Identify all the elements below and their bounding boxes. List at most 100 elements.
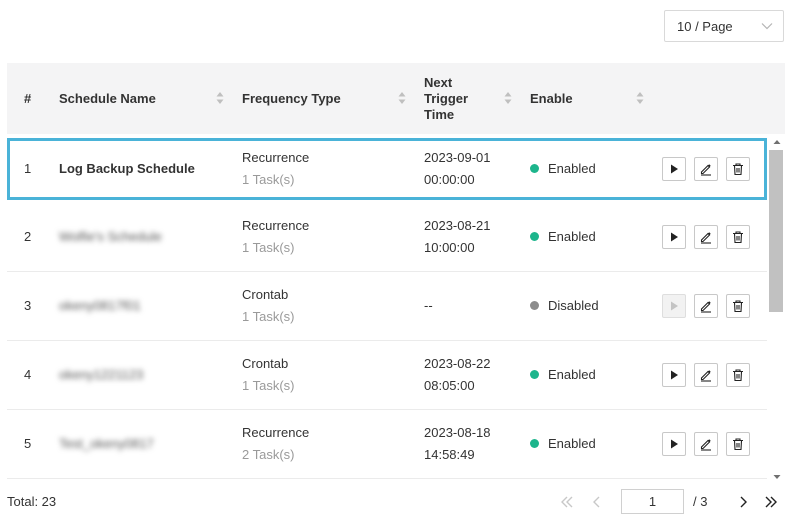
task-count: 1 Task(s) [242, 309, 295, 324]
run-button[interactable] [662, 157, 686, 181]
table-row[interactable]: 2 Wolfie's Schedule Recurrence 1 Task(s)… [7, 203, 767, 272]
sort-icon[interactable] [398, 91, 406, 105]
row-number: 5 [24, 436, 32, 451]
play-icon [671, 370, 678, 380]
row-number: 4 [24, 367, 32, 382]
status-text: Enabled [548, 229, 596, 244]
edit-button[interactable] [694, 157, 718, 181]
prev-page-icon[interactable] [589, 494, 605, 510]
row-number: 2 [24, 229, 32, 244]
trigger-date: 2023-08-21 [424, 218, 491, 233]
status-dot [530, 164, 539, 173]
trigger-time: 14:58:49 [424, 447, 475, 462]
schedule-name[interactable]: okeny1221123 [59, 364, 143, 386]
edit-icon [700, 232, 711, 244]
page-size-value: 10 / Page [677, 18, 733, 34]
scroll-up-icon[interactable] [772, 137, 782, 147]
task-count: 1 Task(s) [242, 172, 295, 187]
play-icon [671, 232, 678, 242]
delete-icon [733, 438, 743, 451]
delete-icon [733, 369, 743, 382]
edit-button[interactable] [694, 225, 718, 249]
scroll-down-icon[interactable] [772, 472, 782, 482]
first-page-icon[interactable] [559, 494, 575, 510]
page-number-input[interactable] [621, 489, 684, 514]
edit-button[interactable] [694, 363, 718, 387]
row-actions [662, 225, 750, 249]
schedule-table: # Schedule Name Frequency Type Next Trig… [7, 63, 785, 483]
sort-icon[interactable] [504, 91, 512, 105]
page-total: / 3 [693, 494, 708, 509]
row-actions [662, 432, 750, 456]
frequency-type: Crontab [242, 287, 289, 302]
status-dot [530, 232, 539, 241]
play-icon [671, 164, 678, 174]
edit-button[interactable] [694, 294, 718, 318]
row-actions [662, 157, 750, 181]
header-line: Trigger [424, 90, 469, 106]
table-row[interactable]: 4 okeny1221123 Crontab 1 Task(s) 2023-08… [7, 341, 767, 410]
schedule-name[interactable]: Wolfie's Schedule [59, 226, 162, 248]
edit-icon [700, 164, 711, 176]
edit-icon [700, 439, 711, 451]
vertical-scrollbar[interactable] [769, 134, 785, 483]
edit-button[interactable] [694, 432, 718, 456]
sort-icon[interactable] [636, 91, 644, 105]
next-page-icon[interactable] [735, 494, 751, 510]
delete-button[interactable] [726, 157, 750, 181]
table-row[interactable]: 3 okeny0817f01 Crontab 1 Task(s) -- Disa… [7, 272, 767, 341]
play-icon [671, 439, 678, 449]
table-body: 1 Log Backup Schedule Recurrence 1 Task(… [7, 134, 767, 483]
table-row[interactable]: 1 Log Backup Schedule Recurrence 1 Task(… [7, 138, 767, 200]
row-number: 3 [24, 298, 32, 313]
scroll-thumb[interactable] [769, 150, 783, 312]
row-actions [662, 294, 750, 318]
status-badge: Enabled [530, 433, 596, 455]
row-number: 1 [24, 161, 32, 176]
table-row[interactable]: 5 Test_okeny0817 Recurrence 2 Task(s) 20… [7, 410, 767, 479]
col-header-enable[interactable]: Enable [530, 63, 573, 134]
run-button [662, 294, 686, 318]
delete-icon [733, 163, 743, 176]
trigger-time: 00:00:00 [424, 172, 475, 187]
last-page-icon[interactable] [763, 494, 779, 510]
edit-icon [700, 370, 711, 382]
edit-icon [700, 301, 711, 313]
frequency-type: Recurrence [242, 425, 310, 440]
schedule-name[interactable]: Test_okeny0817 [59, 433, 154, 455]
schedule-name[interactable]: okeny0817f01 [59, 295, 141, 317]
status-badge: Enabled [530, 158, 596, 180]
status-text: Disabled [548, 298, 599, 313]
run-button[interactable] [662, 432, 686, 456]
col-header-frequency[interactable]: Frequency Type [242, 63, 341, 134]
run-button[interactable] [662, 363, 686, 387]
chevron-down-icon [761, 23, 773, 30]
col-header-name[interactable]: Schedule Name [59, 63, 156, 134]
trigger-date: 2023-08-18 [424, 425, 491, 440]
delete-icon [733, 300, 743, 313]
trigger-date: 2023-08-22 [424, 356, 491, 371]
delete-button[interactable] [726, 225, 750, 249]
page-size-select[interactable]: 10 / Page [664, 10, 784, 42]
frequency-type: Crontab [242, 356, 289, 371]
task-count: 1 Task(s) [242, 378, 295, 393]
trigger-date: 2023-09-01 [424, 150, 491, 165]
total-count: Total: 23 [7, 494, 57, 509]
status-text: Enabled [548, 436, 596, 451]
delete-button[interactable] [726, 294, 750, 318]
delete-button[interactable] [726, 363, 750, 387]
pagination: / 3 [555, 489, 785, 515]
col-header-next-trigger[interactable]: Next Trigger Time [424, 63, 468, 134]
col-header-num: # [24, 91, 32, 106]
header-line: Time [424, 106, 455, 122]
task-count: 1 Task(s) [242, 240, 295, 255]
sort-icon[interactable] [216, 91, 224, 105]
delete-button[interactable] [726, 432, 750, 456]
status-badge: Disabled [530, 295, 599, 317]
schedule-name[interactable]: Log Backup Schedule [59, 158, 195, 180]
status-badge: Enabled [530, 364, 596, 386]
delete-icon [733, 231, 743, 244]
row-actions [662, 363, 750, 387]
run-button[interactable] [662, 225, 686, 249]
status-dot [530, 301, 539, 310]
